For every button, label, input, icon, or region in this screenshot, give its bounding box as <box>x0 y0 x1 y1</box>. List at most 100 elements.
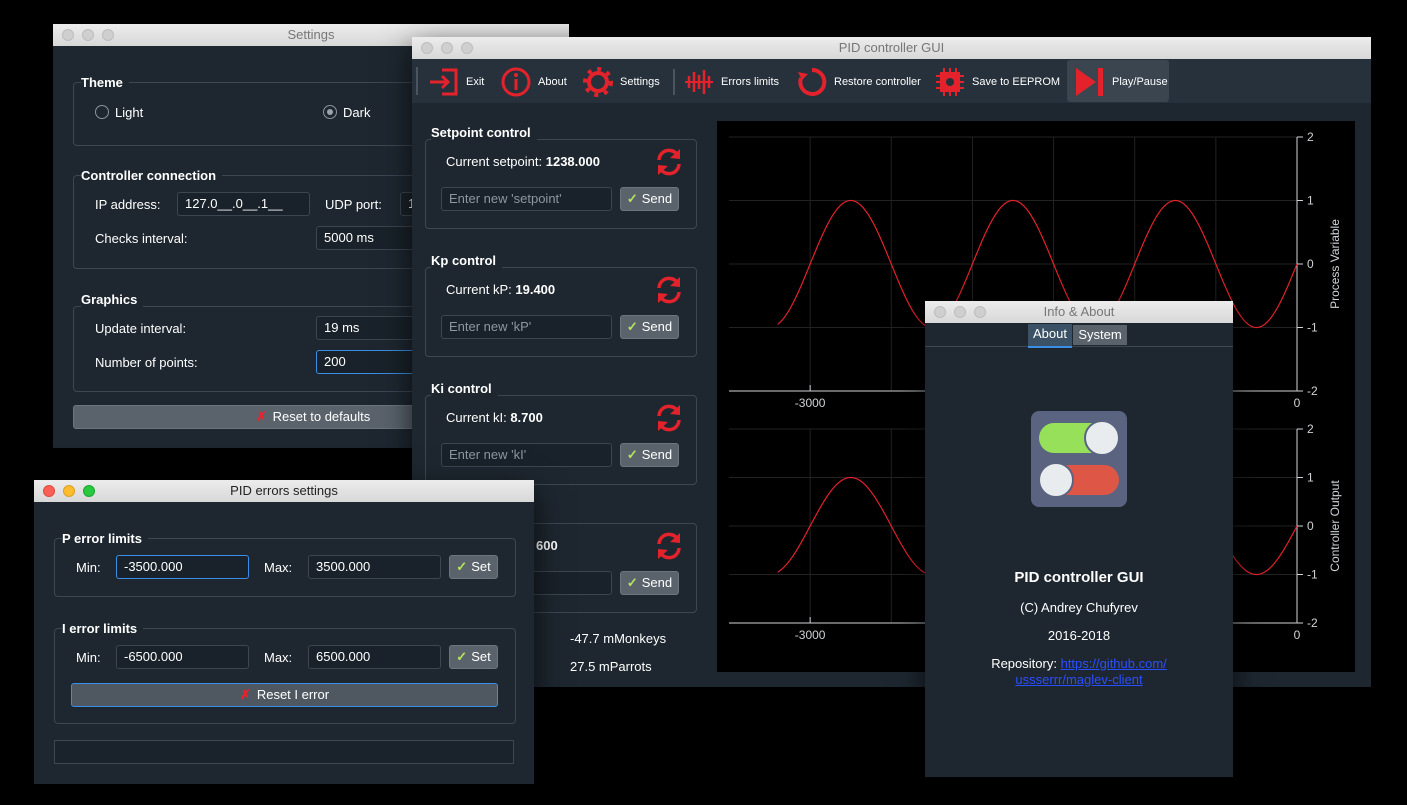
toolbar-about[interactable]: About <box>500 61 567 103</box>
ip-address-input[interactable]: 127.0__.0__.1__ <box>177 192 310 216</box>
restore-icon <box>798 67 827 96</box>
toolbar-restore-controller[interactable]: Restore controller <box>796 61 921 103</box>
i-min-input[interactable]: -6500.000 <box>116 645 249 669</box>
window-title: Settings <box>287 27 335 42</box>
chip-icon <box>936 68 964 96</box>
refresh-icon[interactable] <box>654 275 684 305</box>
x-tick-label: 0 <box>1294 396 1301 410</box>
check-icon: ✓ <box>456 559 468 574</box>
i-error-group <box>54 628 516 724</box>
refresh-icon[interactable] <box>654 403 684 433</box>
theme-light-radio[interactable] <box>95 105 109 119</box>
toolbar-settings[interactable]: Settings <box>582 61 660 103</box>
log-text-area[interactable] <box>54 740 514 764</box>
udp-port-label: UDP port: <box>325 197 382 212</box>
tab-about[interactable]: About <box>1028 324 1072 348</box>
zoom-button[interactable] <box>974 306 986 318</box>
y-tick-label: 1 <box>1307 471 1314 485</box>
about-repository: Repository: https://github.com/ussserrr/… <box>991 656 1167 687</box>
y-axis-label: Process Variable <box>1328 219 1342 309</box>
x-tick-label: -3000 <box>795 396 826 410</box>
check-icon: ✓ <box>626 319 638 334</box>
toolbar-handle[interactable] <box>416 67 418 95</box>
setpoint-send-button[interactable]: ✓ Send <box>620 187 679 211</box>
checks-interval-label: Checks interval: <box>95 231 188 246</box>
toolbar-exit[interactable]: Exit <box>428 61 484 103</box>
about-titlebar[interactable]: Info & About <box>925 301 1233 323</box>
close-button[interactable] <box>43 485 55 497</box>
check-icon: ✓ <box>626 191 638 206</box>
p-min-input[interactable]: -3500.000 <box>116 555 249 579</box>
y-tick-label: 0 <box>1307 257 1314 271</box>
p-max-input[interactable]: 3500.000 <box>308 555 441 579</box>
reset-i-error-button[interactable]: ✗ Reset I error <box>71 683 498 707</box>
p-set-button[interactable]: ✓ Set <box>449 555 498 579</box>
y-tick-label: -1 <box>1307 568 1318 582</box>
minimize-button[interactable] <box>954 306 966 318</box>
i-set-button[interactable]: ✓ Set <box>449 645 498 669</box>
i-max-input[interactable]: 6500.000 <box>308 645 441 669</box>
monkeys-indicator: -47.7 mMonkeys <box>570 631 667 646</box>
theme-dark-radio[interactable] <box>323 105 337 119</box>
y-tick-label: 2 <box>1307 130 1314 144</box>
toolbar: Exit About Settings Errors limits Restor… <box>412 59 1371 103</box>
ki-input[interactable]: Enter new 'kI' <box>441 443 612 467</box>
main-titlebar[interactable]: PID controller GUI <box>412 37 1371 59</box>
zoom-button[interactable] <box>102 29 114 41</box>
check-icon: ✓ <box>626 447 638 462</box>
close-button[interactable] <box>934 306 946 318</box>
pid-errors-titlebar[interactable]: PID errors settings <box>34 480 534 502</box>
connection-group-title: Controller connection <box>81 168 223 183</box>
i-max-label: Max: <box>264 650 293 665</box>
x-tick-label: -3000 <box>795 628 826 642</box>
setpoint-input[interactable]: Enter new 'setpoint' <box>441 187 612 211</box>
theme-group-title: Theme <box>81 75 129 90</box>
y-tick-label: 2 <box>1307 422 1314 436</box>
current-ki-label: Current kI: 8.700 <box>446 410 543 425</box>
toolbar-separator <box>673 69 675 95</box>
minimize-button[interactable] <box>82 29 94 41</box>
kp-input[interactable]: Enter new 'kP' <box>441 315 612 339</box>
toolbar-save-to-eeprom[interactable]: Save to EEPROM <box>934 61 1060 103</box>
check-icon: ✓ <box>456 649 468 664</box>
update-interval-label: Update interval: <box>95 321 187 336</box>
x-mark-icon: ✗ <box>239 687 251 702</box>
window-title: Info & About <box>1043 304 1115 319</box>
number-of-points-label: Number of points: <box>95 355 198 370</box>
theme-dark-label[interactable]: Dark <box>343 105 370 120</box>
gear-icon <box>583 67 613 97</box>
toolbar-play-pause[interactable]: Play/Pause <box>1074 61 1168 103</box>
ki-group-title: Ki control <box>431 381 498 396</box>
y-axis-label: Controller Output <box>1328 480 1342 572</box>
info-icon <box>501 67 531 97</box>
y-tick-label: 1 <box>1307 194 1314 208</box>
close-button[interactable] <box>421 42 433 54</box>
graphics-group-title: Graphics <box>81 292 144 307</box>
p-error-group-title: P error limits <box>62 531 148 546</box>
x-tick-label: 0 <box>1294 628 1301 642</box>
theme-light-label[interactable]: Light <box>115 105 143 120</box>
i-min-label: Min: <box>76 650 101 665</box>
close-button[interactable] <box>62 29 74 41</box>
ip-address-label: IP address: <box>95 197 161 212</box>
kd-send-button[interactable]: ✓ Send <box>620 571 679 595</box>
exit-icon <box>430 68 458 96</box>
toolbar-errors-limits[interactable]: Errors limits <box>683 61 779 103</box>
current-kd-value: 600 <box>536 538 558 553</box>
about-years: 2016-2018 <box>1047 628 1111 643</box>
window-title: PID controller GUI <box>838 40 945 55</box>
refresh-icon[interactable] <box>654 531 684 561</box>
tab-system[interactable]: System <box>1073 325 1127 345</box>
pid-errors-window: PID errors settings P error limits Min: … <box>34 480 534 784</box>
kp-group-title: Kp control <box>431 253 502 268</box>
about-window: Info & About About System PID controller… <box>925 301 1233 777</box>
x-mark-icon: ✗ <box>255 409 267 424</box>
y-tick-label: 0 <box>1307 519 1314 533</box>
kp-send-button[interactable]: ✓ Send <box>620 315 679 339</box>
minimize-button[interactable] <box>441 42 453 54</box>
zoom-button[interactable] <box>461 42 473 54</box>
minimize-button[interactable] <box>63 485 75 497</box>
zoom-button[interactable] <box>83 485 95 497</box>
refresh-icon[interactable] <box>654 147 684 177</box>
ki-send-button[interactable]: ✓ Send <box>620 443 679 467</box>
